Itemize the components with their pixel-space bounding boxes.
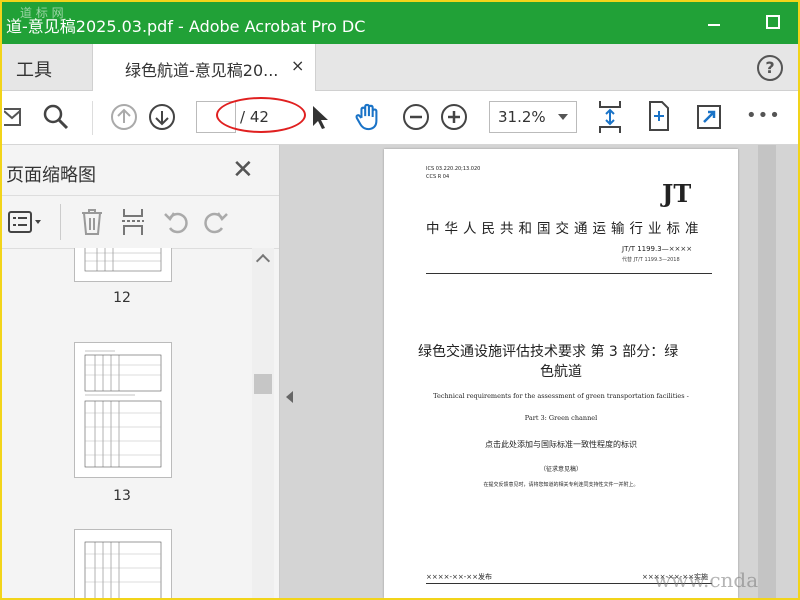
rotate-left-icon[interactable]: [162, 208, 190, 236]
industry-standard: 中华人民共和国交通运输行业标准: [426, 221, 704, 237]
insert-page-icon[interactable]: [120, 208, 146, 236]
title-en-line1: Technical requirements for the assessmen…: [433, 392, 689, 400]
trash-icon[interactable]: [80, 208, 104, 236]
tab-tools[interactable]: 工具: [16, 56, 52, 82]
panel-title: 页面缩略图: [6, 165, 96, 186]
watermark-url: www.cnda: [654, 568, 759, 592]
minimize-button[interactable]: [704, 12, 724, 32]
panel-separator: [60, 204, 61, 240]
thumbnail-preview: [84, 248, 162, 272]
title-en-line2: Part 3: Green channel: [524, 414, 598, 422]
scrollbar-thumb[interactable]: [254, 374, 272, 394]
zoom-value: 31.2%: [498, 108, 546, 126]
thumbnail-page[interactable]: [74, 529, 172, 598]
annotation-ellipse: [216, 97, 306, 133]
next-page-icon[interactable]: [148, 103, 176, 131]
jt-logo: JT: [662, 179, 692, 208]
tab-bar: 工具 绿色航道-意见稿20... × ?: [2, 44, 798, 91]
scroll-up-icon[interactable]: [255, 253, 271, 269]
full-screen-icon[interactable]: [696, 103, 722, 131]
search-icon[interactable]: [42, 103, 70, 131]
header-rule: [426, 273, 712, 274]
publish-date: ××××-××-××发布: [426, 573, 492, 581]
panel-toolbar: [2, 195, 279, 249]
zoom-dropdown[interactable]: 31.2%: [489, 101, 577, 133]
panel-scrollbar[interactable]: [252, 248, 274, 598]
hand-tool-icon[interactable]: [352, 103, 384, 131]
thumbnail-label: 12: [113, 290, 131, 306]
standard-number: JT/T 1199.3—××××: [622, 245, 693, 253]
pdf-page: ICS 03.220.20;13.020 CCS R 04 JT 中华人民共和国…: [384, 149, 738, 598]
help-icon[interactable]: ?: [757, 55, 783, 81]
zoom-in-icon[interactable]: [440, 103, 468, 131]
thumbnail-label: 13: [113, 488, 131, 504]
chevron-down-icon: [558, 114, 568, 120]
previous-page-icon[interactable]: [110, 103, 138, 131]
thumbnail-page[interactable]: [74, 342, 172, 478]
thumbnail-preview: [84, 541, 162, 598]
title-bar: 道-意见稿2025.03.pdf - Adobe Acrobat Pro DC …: [2, 2, 798, 44]
panel-close-button[interactable]: ✕: [232, 155, 254, 185]
maximize-button[interactable]: [762, 12, 782, 32]
options-menu-icon[interactable]: [8, 210, 44, 234]
thumbnail-list: 12 13: [2, 248, 250, 598]
email-icon[interactable]: [4, 103, 24, 131]
more-options-icon[interactable]: •••: [746, 105, 781, 126]
acrobat-window: 道-意见稿2025.03.pdf - Adobe Acrobat Pro DC …: [0, 0, 800, 600]
tab-document-label: 绿色航道-意见稿20...: [125, 61, 279, 80]
document-view: ICS 03.220.20;13.020 CCS R 04 JT 中华人民共和国…: [280, 145, 798, 598]
fit-page-icon[interactable]: [596, 99, 624, 135]
rotate-right-icon[interactable]: [202, 208, 230, 236]
document-scrollbar[interactable]: [758, 145, 776, 598]
intl-consistency-note: 点击此处添加与国际标准一致性程度的标识: [485, 440, 637, 449]
ics-code: ICS 03.220.20;13.020: [426, 166, 481, 172]
rotate-view-icon[interactable]: [646, 100, 672, 132]
ccs-code: CCS R 04: [426, 174, 450, 180]
toolbar-separator: [92, 101, 93, 135]
toolbar: / 42 31.2% •••: [2, 91, 798, 145]
tab-document[interactable]: 绿色航道-意见稿20... ×: [92, 44, 316, 91]
replaces-note: 代替 JT/T 1199.3—2018: [622, 257, 680, 263]
draft-label: （征求意见稿）: [539, 466, 582, 473]
collapse-panel-icon[interactable]: [286, 391, 293, 403]
zoom-out-icon[interactable]: [402, 103, 430, 131]
title-cn-line2: 色航道: [540, 364, 582, 380]
thumbnail-page[interactable]: [74, 248, 172, 282]
thumbnail-panel: 页面缩略图 ✕ 12 13: [2, 145, 280, 598]
tab-close-button[interactable]: ×: [291, 56, 304, 75]
title-cn-line1: 绿色交通设施评估技术要求 第 3 部分：绿: [418, 344, 679, 360]
thumbnail-preview: [84, 350, 162, 468]
submit-note: 在提交反馈意见时，请将您知道的相关专利连同支持性文件一并附上。: [483, 482, 639, 488]
select-arrow-icon[interactable]: [308, 103, 332, 131]
watermark-logo: 道 标 网: [20, 6, 64, 20]
